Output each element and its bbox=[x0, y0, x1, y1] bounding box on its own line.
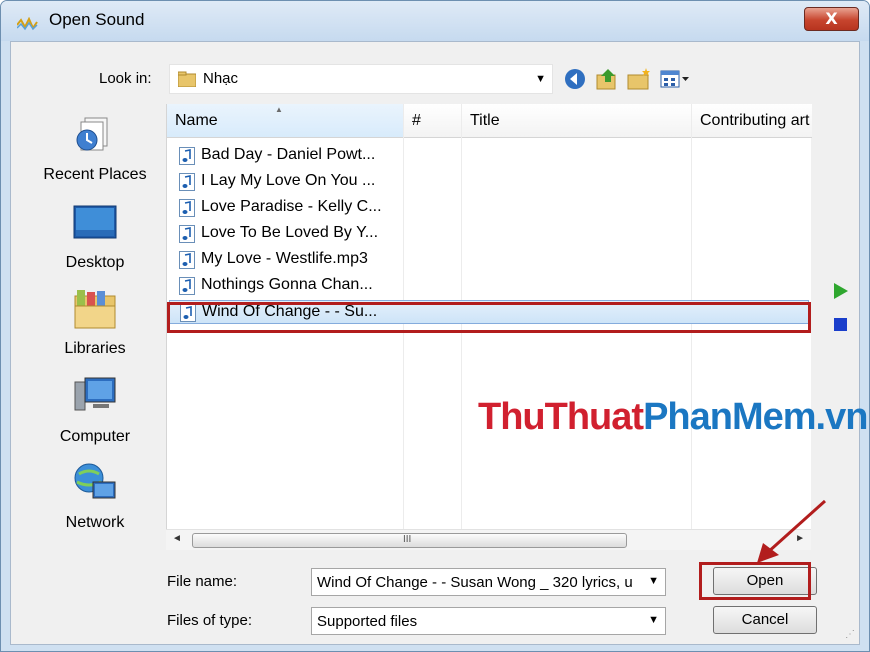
file-type-label: Files of type: bbox=[167, 612, 253, 629]
file-name-text: My Love - Westlife.mp3 bbox=[201, 250, 368, 267]
place-libraries[interactable]: Libraries bbox=[25, 286, 165, 358]
scroll-left-icon[interactable]: ◄ bbox=[172, 533, 182, 544]
recent-places-icon bbox=[76, 117, 108, 151]
desktop-icon bbox=[73, 205, 117, 239]
look-in-dropdown[interactable]: Nhạc ▼ bbox=[169, 64, 553, 94]
file-item[interactable]: My Love - Westlife.mp3 bbox=[179, 248, 409, 272]
view-menu-icon[interactable] bbox=[659, 67, 691, 91]
computer-icon bbox=[74, 377, 116, 411]
resize-grip-icon[interactable]: ⋰ bbox=[845, 629, 855, 640]
selection-highlight-box bbox=[167, 302, 811, 333]
file-item[interactable]: Nothings Gonna Chan... bbox=[179, 274, 409, 298]
column-label: Title bbox=[470, 112, 500, 129]
place-label: Computer bbox=[59, 428, 131, 445]
look-in-label: Look in: bbox=[99, 70, 152, 87]
file-name-label: File name: bbox=[167, 573, 238, 590]
scroll-grip: III bbox=[403, 534, 412, 545]
column-header-title[interactable]: Title bbox=[462, 104, 691, 138]
network-icon bbox=[74, 463, 116, 499]
play-icon[interactable] bbox=[826, 280, 854, 302]
place-recent-places[interactable]: Recent Places bbox=[25, 112, 165, 184]
music-file-icon bbox=[179, 147, 195, 165]
chevron-down-icon[interactable]: ▼ bbox=[648, 575, 659, 587]
watermark: ThuThuatPhanMem.vn bbox=[478, 396, 868, 439]
file-item[interactable]: I Lay My Love On You ... bbox=[179, 170, 409, 194]
folder-icon bbox=[178, 71, 196, 87]
file-name-text: Nothings Gonna Chan... bbox=[201, 276, 373, 293]
column-header-contributing-artists[interactable]: Contributing art bbox=[692, 104, 812, 138]
file-name-text: Bad Day - Daniel Powt... bbox=[201, 146, 376, 163]
column-label: Name bbox=[175, 112, 218, 129]
up-folder-icon[interactable] bbox=[595, 67, 619, 91]
file-name-value: Wind Of Change - - Susan Wong _ 320 lyri… bbox=[317, 574, 633, 591]
place-label: Libraries bbox=[64, 340, 126, 357]
column-header-name[interactable]: Name ▲ bbox=[167, 104, 403, 138]
music-file-icon bbox=[179, 173, 195, 191]
window-title: Open Sound bbox=[49, 10, 145, 29]
music-file-icon bbox=[179, 277, 195, 295]
horizontal-scrollbar[interactable]: ◄ III ► bbox=[166, 529, 811, 550]
close-button[interactable]: X bbox=[804, 7, 859, 31]
file-name-input[interactable]: Wind Of Change - - Susan Wong _ 320 lyri… bbox=[311, 568, 666, 596]
file-name-text: I Lay My Love On You ... bbox=[201, 172, 376, 189]
annotation-arrow-icon bbox=[757, 499, 827, 563]
file-type-select[interactable]: Supported files ▼ bbox=[311, 607, 666, 635]
back-icon[interactable] bbox=[563, 67, 587, 91]
file-type-value: Supported files bbox=[317, 613, 418, 630]
column-label: Contributing art bbox=[700, 112, 810, 129]
file-name-text: Love To Be Loved By Y... bbox=[201, 224, 379, 241]
file-item[interactable]: Love To Be Loved By Y... bbox=[179, 222, 409, 246]
music-file-icon bbox=[179, 199, 195, 217]
watermark-part-1: ThuThuat bbox=[478, 396, 644, 438]
libraries-icon bbox=[74, 290, 116, 329]
music-file-icon bbox=[179, 251, 195, 269]
place-label: Network bbox=[65, 514, 125, 531]
watermark-part-2: PhanMem.vn bbox=[643, 396, 868, 438]
new-folder-icon[interactable] bbox=[627, 67, 651, 91]
chevron-down-icon: ▼ bbox=[535, 73, 546, 85]
stop-icon[interactable] bbox=[826, 314, 854, 336]
look-in-value: Nhạc bbox=[203, 70, 239, 87]
scroll-thumb[interactable]: III bbox=[192, 533, 627, 548]
place-computer[interactable]: Computer bbox=[25, 374, 165, 446]
place-label: Desktop bbox=[65, 254, 125, 271]
cancel-button[interactable]: Cancel bbox=[713, 606, 817, 634]
dialog-body: Look in: Nhạc ▼ Recent Places Desktop Li… bbox=[10, 41, 868, 645]
sort-ascending-icon: ▲ bbox=[275, 105, 283, 114]
music-file-icon bbox=[179, 225, 195, 243]
column-header-number[interactable]: # bbox=[404, 104, 461, 138]
place-network[interactable]: Network bbox=[25, 460, 165, 532]
sound-wave-icon bbox=[17, 17, 38, 31]
open-sound-dialog: Open Sound X Look in: Nhạc ▼ Recent Plac… bbox=[0, 0, 870, 652]
title-bar: Open Sound X bbox=[1, 1, 869, 41]
places-bar: Recent Places Desktop Libraries Computer… bbox=[25, 104, 165, 584]
place-label: Recent Places bbox=[43, 166, 147, 183]
file-name-text: Love Paradise - Kelly C... bbox=[201, 198, 382, 215]
place-desktop[interactable]: Desktop bbox=[25, 200, 165, 272]
open-button-highlight-box bbox=[699, 562, 811, 600]
chevron-down-icon[interactable]: ▼ bbox=[648, 614, 659, 626]
file-item[interactable]: Bad Day - Daniel Powt... bbox=[179, 144, 409, 168]
file-item[interactable]: Love Paradise - Kelly C... bbox=[179, 196, 409, 220]
column-label: # bbox=[412, 112, 421, 129]
